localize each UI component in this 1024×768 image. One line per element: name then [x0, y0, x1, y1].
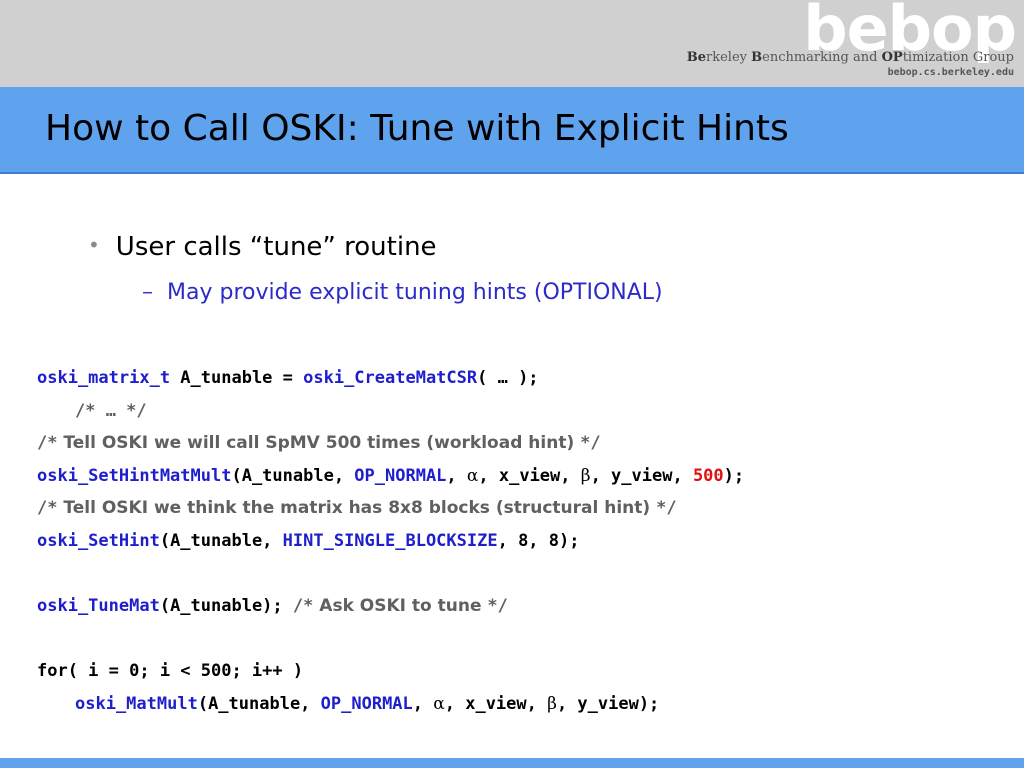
- bullet-level-2: – May provide explicit tuning hints (OPTI…: [142, 280, 663, 305]
- footer-band: [0, 758, 1024, 768]
- group-url: bebop.cs.berkeley.edu: [887, 67, 1014, 78]
- code-line-matmult: oski_MatMult(A_tunable, OP_NORMAL, α, x_…: [75, 693, 660, 714]
- code-line-sethintmatmult: oski_SetHintMatMult(A_tunable, OP_NORMAL…: [37, 465, 745, 486]
- code-line-tunemat: oski_TuneMat(A_tunable); /* Ask OSKI to …: [37, 596, 508, 617]
- code-line-sethint: oski_SetHint(A_tunable, HINT_SINGLE_BLOC…: [37, 530, 580, 551]
- code-line-workload-comment: /* Tell OSKI we will call SpMV 500 times…: [37, 433, 601, 454]
- code-line-create: oski_matrix_t A_tunable = oski_CreateMat…: [37, 368, 539, 388]
- bullet-2-text: May provide explicit tuning hints (OPTIO…: [167, 280, 663, 305]
- code-block: oski_matrix_t A_tunable = oski_CreateMat…: [37, 362, 1017, 721]
- bullet-1-text: User calls “tune” routine: [115, 232, 437, 262]
- code-line-structural-comment: /* Tell OSKI we think the matrix has 8x8…: [37, 498, 677, 519]
- bullet-dash-icon: –: [142, 280, 153, 305]
- bullet-level-1: • User calls “tune” routine: [88, 232, 437, 262]
- code-line-ellipsis-comment: /* … */: [75, 400, 147, 421]
- header-band: bebop Berkeley Benchmarking and OPtimiza…: [0, 0, 1024, 87]
- code-line-for-loop: for( i = 0; i < 500; i++ ): [37, 661, 304, 682]
- group-name: Berkeley Benchmarking and OPtimization G…: [686, 50, 1014, 65]
- bullet-dot-icon: •: [88, 233, 100, 257]
- slide-title: How to Call OSKI: Tune with Explicit Hin…: [45, 108, 789, 149]
